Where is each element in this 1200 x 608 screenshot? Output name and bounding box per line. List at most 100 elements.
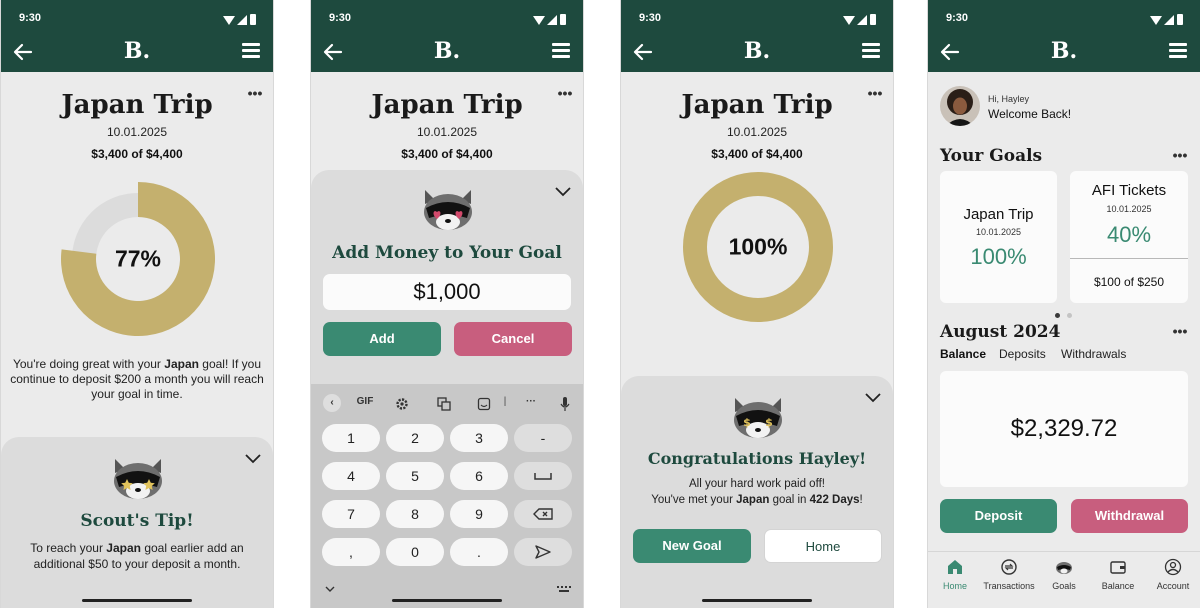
status-icons: [223, 14, 259, 26]
goal-date: 10.01.2025: [106, 125, 168, 139]
progress-percent: 77%: [114, 245, 162, 272]
settings-gear-icon[interactable]: [395, 397, 409, 411]
status-time: 9:30: [639, 12, 662, 24]
app-bar: 9:30 B.: [1, 0, 273, 72]
add-money-screen: 9:30 B. ••• Japan Trip 10.01.2025 $3,400…: [310, 0, 584, 608]
avatar[interactable]: [940, 86, 980, 126]
key-2[interactable]: 2: [386, 424, 444, 452]
nav-balance[interactable]: Balance: [1091, 558, 1145, 591]
chevron-down-icon[interactable]: [865, 393, 881, 403]
user-portrait-icon: [946, 89, 974, 126]
tip-text-1: To reach your: [30, 541, 107, 555]
hamburger-menu-icon[interactable]: [1167, 41, 1189, 61]
wifi-icon: [533, 16, 545, 25]
card-divider: [1070, 258, 1188, 259]
status-bar: 9:30: [17, 12, 259, 28]
nav-account[interactable]: Account: [1146, 558, 1200, 591]
status-time: 9:30: [19, 12, 42, 24]
bottom-navigation: Home Transactions Goals Balance Account: [928, 551, 1200, 608]
deposit-button[interactable]: Deposit: [940, 499, 1057, 533]
goal-card-title: Japan Trip: [963, 206, 1034, 223]
goal-card-date: 10.01.2025: [975, 227, 1022, 237]
key-period[interactable]: .: [450, 538, 508, 566]
goal-card-date: 10.01.2025: [1106, 204, 1152, 214]
chevron-down-icon[interactable]: [245, 454, 261, 464]
hamburger-menu-icon[interactable]: [240, 41, 262, 61]
raccoon-heart-eyes-icon: [424, 190, 472, 230]
tab-balance[interactable]: Balance: [940, 347, 986, 361]
hamburger-menu-icon[interactable]: [860, 41, 882, 61]
microphone-icon[interactable]: [559, 396, 571, 412]
translate-icon[interactable]: [437, 397, 451, 411]
signal-icon: [1164, 15, 1174, 25]
greeting-welcome: Welcome Back!: [988, 107, 1072, 121]
sticker-icon[interactable]: [477, 397, 491, 411]
battery-icon: [1177, 14, 1183, 25]
key-comma[interactable]: ,: [322, 538, 380, 566]
tip-goal-name: Japan: [106, 541, 141, 555]
goal-amount: $3,400 of $4,400: [91, 147, 183, 161]
keyboard-switch-icon[interactable]: [557, 586, 571, 594]
key-6[interactable]: 6: [450, 462, 508, 490]
congrats-text-a: You've met your: [651, 494, 737, 506]
status-icons: [533, 14, 569, 26]
key-3[interactable]: 3: [450, 424, 508, 452]
key-0[interactable]: 0: [386, 538, 444, 566]
keyboard-more-icon[interactable]: ···: [521, 396, 541, 407]
amount-input[interactable]: $1,000: [323, 274, 571, 310]
withdrawal-button[interactable]: Withdrawal: [1071, 499, 1188, 533]
nav-home[interactable]: Home: [928, 558, 982, 591]
cancel-button[interactable]: Cancel: [454, 322, 572, 356]
status-bar: 9:30: [327, 12, 569, 28]
brand-logo: B.: [743, 38, 771, 64]
nav-goals-label: Goals: [1052, 581, 1076, 591]
congrats-sheet: $ $ Congratulations Hayley! All your har…: [621, 376, 893, 608]
home-icon: [948, 560, 962, 574]
keyboard-hide-chevron-icon[interactable]: [325, 586, 335, 593]
keyboard-toolbar: ‹ GIF | ···: [311, 394, 583, 416]
tab-deposits[interactable]: Deposits: [999, 347, 1046, 361]
goal-title: Japan Trip: [61, 90, 213, 120]
home-button[interactable]: Home: [764, 529, 882, 563]
key-5[interactable]: 5: [386, 462, 444, 490]
goal-complete-screen: 9:30 B. ••• Japan Trip 10.01.2025 $3,400…: [620, 0, 894, 608]
key-8[interactable]: 8: [386, 500, 444, 528]
tip-title: Scout's Tip!: [80, 511, 194, 531]
nav-transactions[interactable]: Transactions: [982, 558, 1036, 591]
account-icon: [1164, 558, 1182, 576]
congrats-days: 422 Days: [809, 494, 860, 506]
key-7[interactable]: 7: [322, 500, 380, 528]
key-1[interactable]: 1: [322, 424, 380, 452]
add-button[interactable]: Add: [323, 322, 441, 356]
battery-icon: [250, 14, 256, 25]
signal-icon: [547, 15, 557, 25]
month-more-options-icon[interactable]: •••: [1170, 324, 1190, 338]
hamburger-menu-icon[interactable]: [550, 41, 572, 61]
goal-card-afi[interactable]: AFI Tickets 10.01.2025 40% $100 of $250: [1070, 171, 1188, 303]
toolbar-divider: |: [503, 396, 507, 407]
keyboard-collapse-icon[interactable]: ‹: [323, 394, 341, 412]
carousel-dot-active[interactable]: [1055, 313, 1060, 318]
nav-goals[interactable]: Goals: [1037, 558, 1091, 591]
goal-card-japan[interactable]: Japan Trip 10.01.2025 100%: [940, 171, 1057, 303]
key-9[interactable]: 9: [450, 500, 508, 528]
goals-more-options-icon[interactable]: •••: [1170, 148, 1190, 162]
key-minus[interactable]: -: [514, 424, 572, 452]
chevron-down-icon[interactable]: [555, 187, 571, 197]
gif-button[interactable]: GIF: [353, 396, 377, 407]
home-dashboard-screen: 9:30 B. Hi, Hayley Welcome Back! Your Go…: [927, 0, 1200, 608]
raccoon-goals-icon: [1056, 562, 1072, 574]
new-goal-button[interactable]: New Goal: [633, 529, 751, 563]
tab-withdrawals[interactable]: Withdrawals: [1061, 347, 1126, 361]
space-key[interactable]: [514, 462, 572, 490]
signal-icon: [857, 15, 867, 25]
send-key[interactable]: [514, 538, 572, 566]
tip-sheet: Scout's Tip! To reach your Japan goal ea…: [1, 437, 273, 608]
status-bar: 9:30: [944, 12, 1186, 28]
backspace-key[interactable]: [514, 500, 572, 528]
carousel-dot[interactable]: [1067, 313, 1072, 318]
raccoon-dollar-eyes-icon: $ $: [734, 398, 782, 438]
key-4[interactable]: 4: [322, 462, 380, 490]
status-time: 9:30: [329, 12, 352, 24]
message-text-1: You're doing great with your: [12, 357, 165, 371]
